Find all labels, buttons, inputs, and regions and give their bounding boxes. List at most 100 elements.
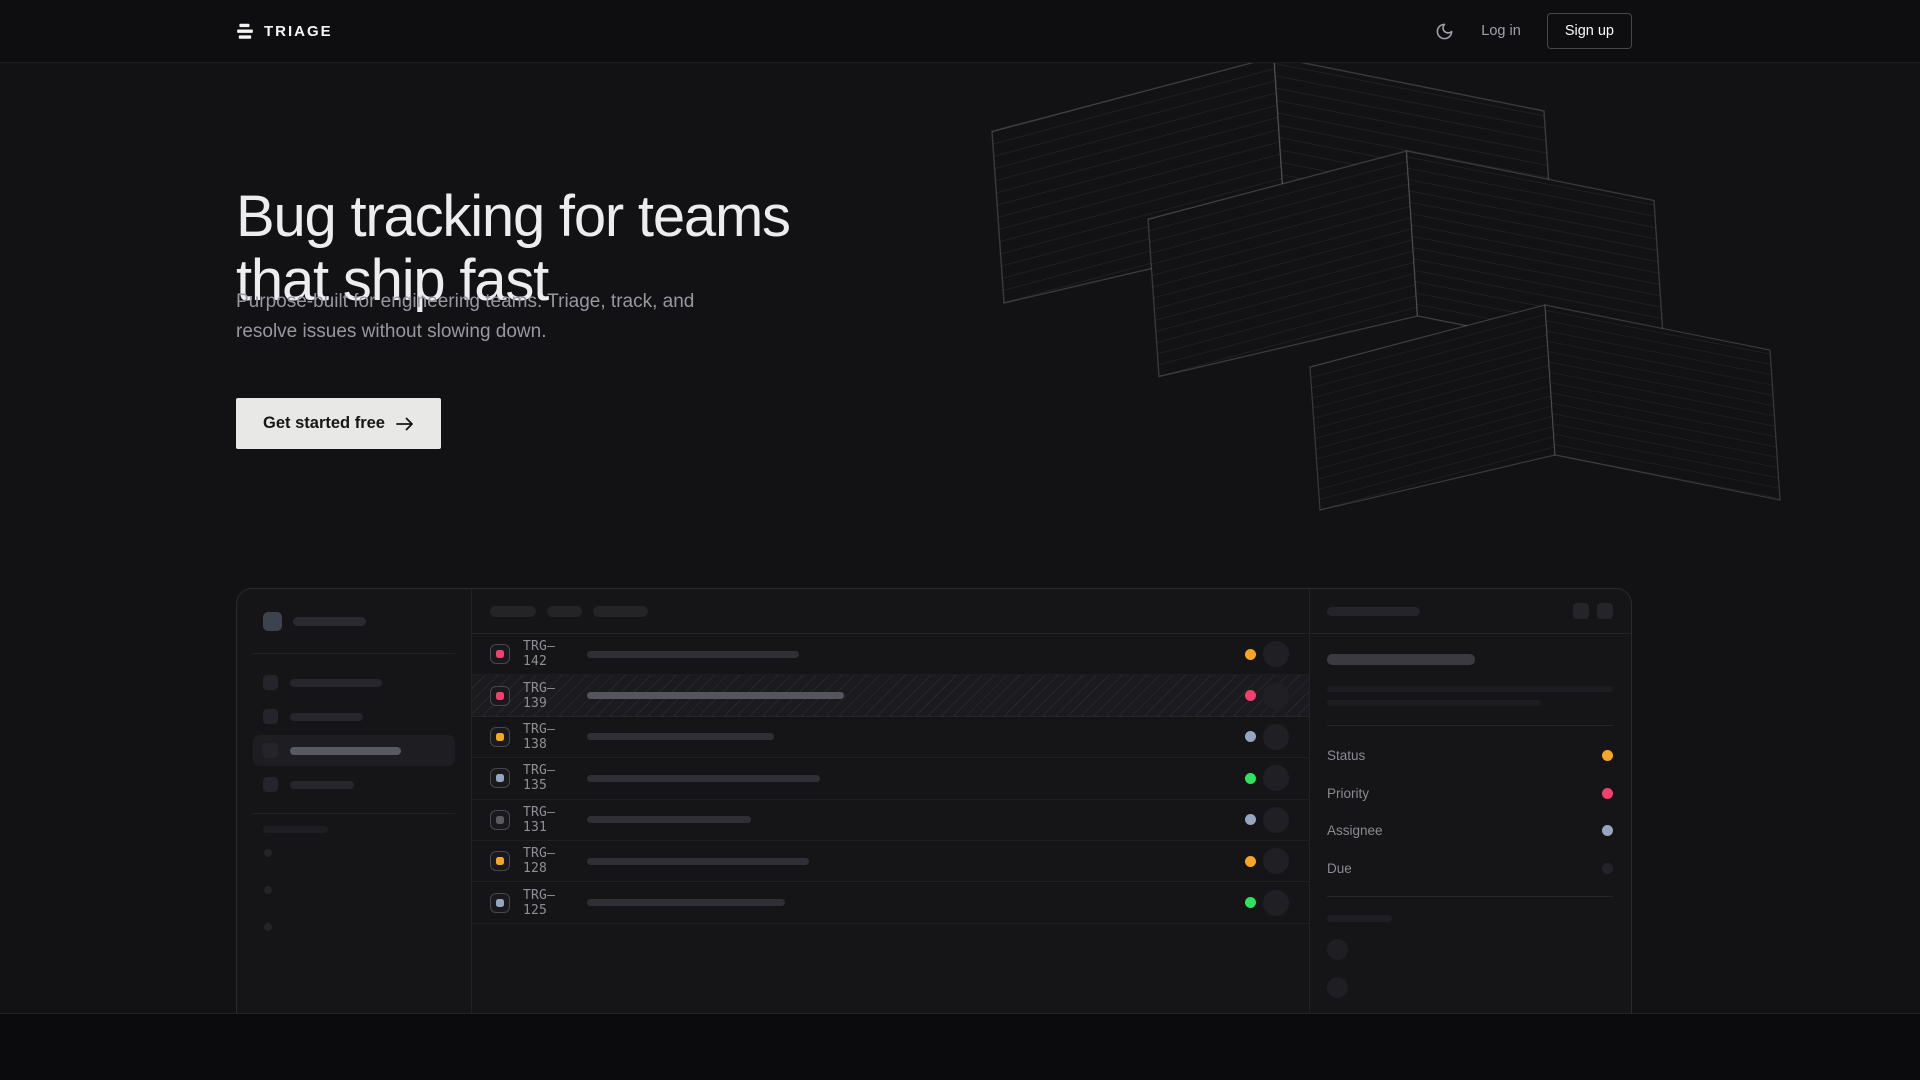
issue-id: TRG–139 (523, 681, 579, 711)
issue-row: TRG–125 (472, 882, 1309, 923)
filter-pill-skeleton (490, 606, 536, 617)
issue-title-skeleton (587, 733, 774, 740)
issue-priority-icon (490, 727, 510, 747)
description-line-skeleton (1327, 686, 1613, 692)
footer-strip (0, 1013, 1920, 1080)
issue-priority-icon (490, 768, 510, 788)
issue-id: TRG–135 (523, 763, 579, 793)
issue-title-skeleton (587, 692, 844, 699)
field-rows: Status Priority Assignee (1327, 726, 1613, 887)
issue-title-skeleton (587, 816, 751, 823)
hero-subtitle: Purpose-built for engineering teams. Tri… (236, 287, 694, 347)
issue-status-dot (1245, 731, 1256, 742)
field-value-dot (1602, 750, 1613, 761)
issue-assignee-avatar (1263, 807, 1289, 833)
panel-action-button (1597, 603, 1613, 619)
issue-assignee-avatar (1263, 724, 1289, 750)
issue-status-dot (1245, 649, 1256, 660)
moon-icon (1435, 22, 1454, 41)
panel-divider (1327, 896, 1613, 897)
field-row: Status (1327, 737, 1613, 775)
sidebar-item-icon (263, 709, 278, 724)
triage-logo-icon (236, 22, 254, 40)
issue-title-skeleton (587, 651, 799, 658)
issue-row: TRG–139 (472, 675, 1309, 716)
issue-assignee-avatar (1263, 683, 1289, 709)
hero-section: Bug tracking for teams that ship fast Pu… (0, 63, 1920, 1013)
issue-id: TRG–142 (523, 639, 579, 669)
sidebar-nav-item (253, 735, 455, 766)
workspace-row (253, 589, 455, 653)
detail-panel-header (1310, 589, 1632, 634)
issue-status-dot (1245, 856, 1256, 867)
sidebar-item-skeleton (290, 747, 401, 755)
issue-assignee-avatar (1263, 765, 1289, 791)
wireframe-decoration (980, 63, 1820, 533)
nav-actions: Log in Sign up (1433, 13, 1632, 49)
sidebar-nav (253, 654, 455, 813)
detail-panel: Status Priority Assignee (1310, 589, 1632, 1013)
sidebar-item-skeleton (290, 781, 354, 789)
brand[interactable]: TRIAGE (236, 22, 333, 40)
sidebar-nav-item (253, 667, 455, 698)
issue-priority-icon (490, 686, 510, 706)
field-value-dot (1602, 863, 1613, 874)
signup-button[interactable]: Sign up (1547, 13, 1632, 49)
field-value-dot (1602, 788, 1613, 799)
workspace-name-skeleton (293, 617, 366, 626)
sidebar-item-skeleton (290, 679, 382, 687)
issue-title-skeleton (587, 775, 820, 782)
filter-pill-skeleton (593, 606, 648, 617)
activity-avatar (1327, 939, 1348, 960)
field-row: Priority (1327, 775, 1613, 813)
issue-row: TRG–128 (472, 841, 1309, 882)
sidebar-dot (264, 849, 272, 857)
issue-list-header (472, 589, 1309, 634)
field-label: Assignee (1327, 823, 1383, 838)
field-row: Assignee (1327, 812, 1613, 850)
activity-section-skeleton (1327, 915, 1392, 922)
sidebar-nav-item (253, 701, 455, 732)
issue-status-dot (1245, 814, 1256, 825)
issue-title-skeleton (587, 858, 809, 865)
sidebar-dot (264, 886, 272, 894)
field-label: Due (1327, 861, 1352, 876)
panel-action-button (1573, 603, 1589, 619)
theme-toggle[interactable] (1433, 20, 1455, 42)
issue-row: TRG–142 (472, 634, 1309, 675)
activity-avatar (1327, 977, 1348, 998)
sidebar-divider (253, 813, 455, 814)
issue-row: TRG–131 (472, 800, 1309, 841)
get-started-button[interactable]: Get started free (236, 398, 441, 449)
issue-priority-icon (490, 851, 510, 871)
issue-title-skeleton (587, 899, 785, 906)
top-nav: TRIAGE Log in Sign up (0, 0, 1920, 63)
issue-assignee-avatar (1263, 641, 1289, 667)
sidebar-item-icon (263, 777, 278, 792)
issue-id: TRG–131 (523, 805, 579, 835)
sidebar-dot (264, 923, 272, 931)
issue-status-dot (1245, 690, 1256, 701)
issue-assignee-avatar (1263, 890, 1289, 916)
app-mockup: TRG–142 TRG–139 (236, 588, 1632, 1013)
issue-id: TRG–128 (523, 846, 579, 876)
issue-status-dot (1245, 773, 1256, 784)
mockup-sidebar (237, 589, 472, 1013)
login-link[interactable]: Log in (1481, 23, 1521, 39)
issue-row: TRG–138 (472, 717, 1309, 758)
sidebar-section-skeleton (263, 826, 328, 833)
field-label: Priority (1327, 786, 1369, 801)
sidebar-item-icon (263, 675, 278, 690)
issue-priority-icon (490, 644, 510, 664)
field-label: Status (1327, 748, 1365, 763)
issue-assignee-avatar (1263, 848, 1289, 874)
arrow-right-icon (396, 417, 414, 431)
issue-priority-icon (490, 893, 510, 913)
issue-row: TRG–135 (472, 758, 1309, 799)
issue-title-skeleton (1327, 654, 1475, 665)
panel-title-skeleton (1327, 607, 1420, 616)
sidebar-nav-item (253, 769, 455, 800)
brand-name: TRIAGE (264, 23, 333, 40)
issue-priority-icon (490, 810, 510, 830)
issue-id: TRG–138 (523, 722, 579, 752)
